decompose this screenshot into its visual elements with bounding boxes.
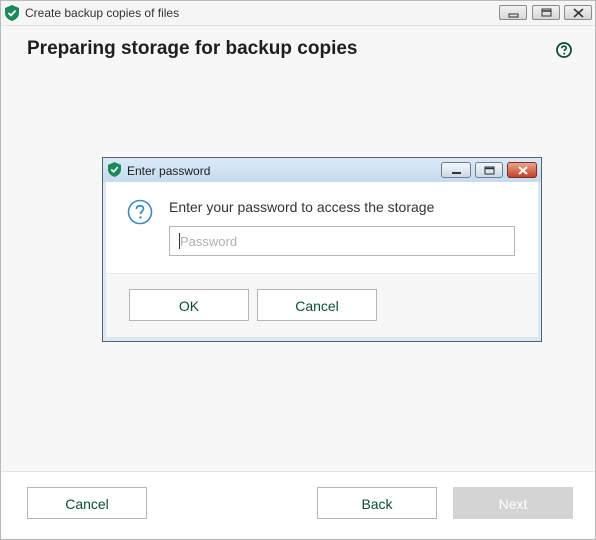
close-icon — [573, 8, 584, 18]
window-title: Create backup copies of files — [25, 6, 180, 20]
dialog-prompt: Enter your password to access the storag… — [169, 199, 435, 215]
next-button: Next — [453, 487, 573, 519]
help-icon[interactable] — [556, 42, 572, 58]
maximize-icon — [484, 166, 495, 175]
dialog-maximize-button[interactable] — [475, 162, 503, 178]
window-titlebar[interactable]: Create backup copies of files — [1, 1, 595, 26]
close-button[interactable] — [564, 5, 592, 20]
shield-logo-icon — [108, 162, 121, 177]
shield-logo-icon — [5, 5, 19, 21]
question-icon — [127, 199, 153, 225]
dialog-title: Enter password — [127, 164, 211, 178]
dialog-close-button[interactable] — [507, 162, 537, 178]
cancel-button[interactable]: Cancel — [27, 487, 147, 519]
dialog-minimize-button[interactable] — [441, 162, 471, 178]
minimize-icon — [452, 172, 461, 174]
close-icon — [518, 166, 528, 175]
minimize-icon — [508, 13, 519, 18]
page-title: Preparing storage for backup copies — [27, 38, 358, 59]
password-input[interactable] — [169, 226, 515, 256]
maximize-icon — [541, 8, 552, 17]
text-caret — [179, 233, 180, 249]
back-button[interactable]: Back — [317, 487, 437, 519]
dialog-titlebar[interactable]: Enter password — [103, 158, 541, 182]
ok-button[interactable]: OK — [129, 289, 249, 321]
maximize-button[interactable] — [532, 5, 560, 20]
minimize-button[interactable] — [499, 5, 527, 20]
dialog-cancel-button[interactable]: Cancel — [257, 289, 377, 321]
